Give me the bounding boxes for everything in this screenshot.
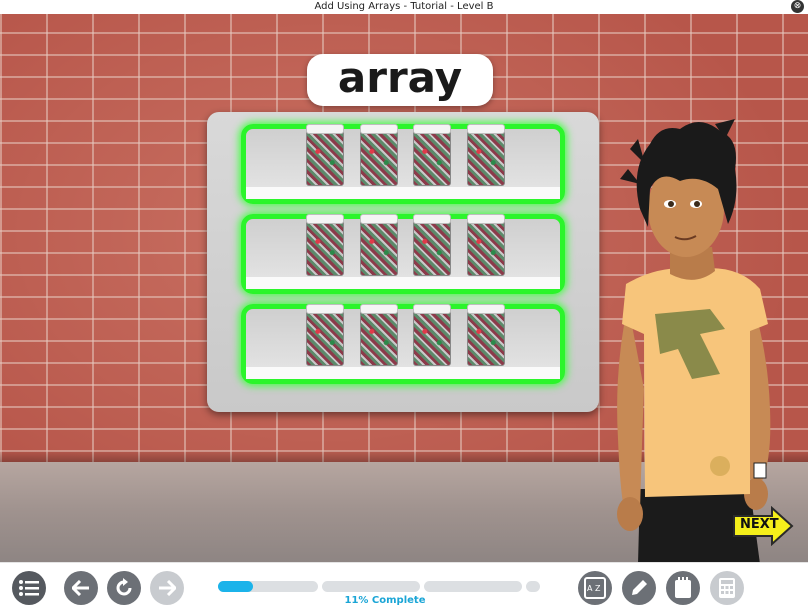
bottom-toolbar: 11% Complete A Z xyxy=(0,562,808,606)
calculator-button[interactable] xyxy=(710,571,744,605)
glossary-label: A Z xyxy=(587,584,601,593)
array-row-2 xyxy=(241,214,565,294)
shelf-board xyxy=(246,365,560,379)
progress-segment-2 xyxy=(322,581,420,592)
replay-icon xyxy=(116,578,132,596)
array-cabinet xyxy=(207,112,599,412)
tutor-character xyxy=(617,119,771,562)
vocab-word: array xyxy=(337,53,463,102)
jar xyxy=(467,124,505,186)
progress-segment-1 xyxy=(218,581,318,592)
next-button-label: NEXT xyxy=(740,517,779,532)
jar xyxy=(360,214,398,276)
arrow-right-icon xyxy=(159,580,176,596)
progress-fill xyxy=(218,581,254,592)
jar xyxy=(360,124,398,186)
next-button[interactable]: NEXT xyxy=(732,505,794,547)
glossary-icon: A Z xyxy=(584,577,606,599)
pencil-icon xyxy=(632,580,647,595)
jar xyxy=(360,304,398,366)
notepad-button[interactable] xyxy=(666,571,700,605)
lesson-scene: array NEXT xyxy=(0,14,808,562)
calculator-icon xyxy=(719,578,735,598)
jar xyxy=(413,304,451,366)
jar xyxy=(467,214,505,276)
vocab-word-card: array xyxy=(307,54,493,106)
jar xyxy=(413,124,451,186)
jar xyxy=(467,304,505,366)
jar xyxy=(413,214,451,276)
progress-segment-4 xyxy=(526,581,540,592)
window-title-bar: Add Using Arrays - Tutorial - Level B ⊗ xyxy=(0,0,808,14)
progress-segment-3 xyxy=(424,581,522,592)
shelf-board xyxy=(246,275,560,289)
pencil-button[interactable] xyxy=(622,571,656,605)
progress-label: 11% Complete xyxy=(344,595,426,606)
jar xyxy=(306,124,344,186)
window-title: Add Using Arrays - Tutorial - Level B xyxy=(314,1,494,12)
notepad-icon xyxy=(675,577,691,598)
back-button[interactable] xyxy=(64,571,98,605)
menu-button[interactable] xyxy=(12,571,46,605)
glossary-button[interactable]: A Z xyxy=(578,571,612,605)
replay-button[interactable] xyxy=(107,571,141,605)
forward-button[interactable] xyxy=(150,571,184,605)
array-row-3 xyxy=(241,304,565,384)
close-icon[interactable]: ⊗ xyxy=(791,0,804,13)
jar xyxy=(306,304,344,366)
arrow-left-icon xyxy=(72,580,89,596)
array-row-1 xyxy=(241,124,565,204)
list-menu-icon xyxy=(19,580,39,596)
shelf-board xyxy=(246,185,560,199)
jar xyxy=(306,214,344,276)
